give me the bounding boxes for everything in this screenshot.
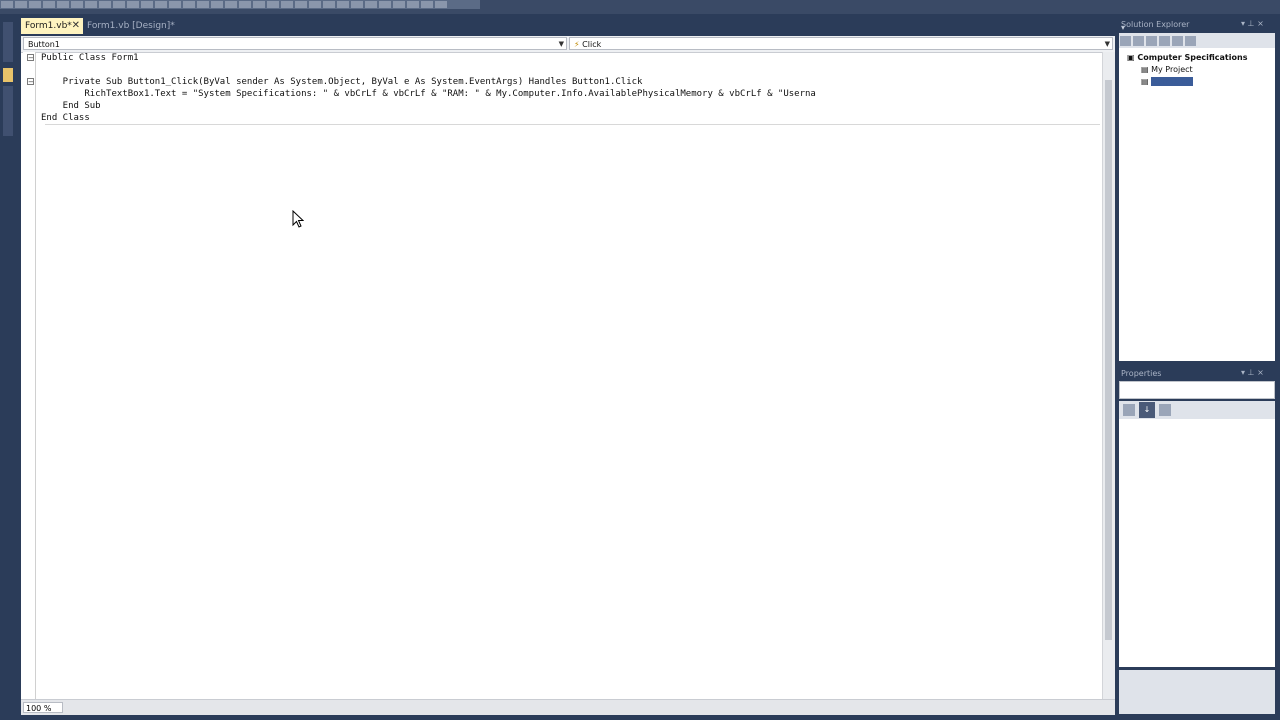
toolbox-tab[interactable] — [3, 22, 13, 62]
tab-label: Form1.vb* — [25, 21, 72, 31]
chevron-down-icon[interactable]: ▼ — [1105, 38, 1110, 51]
scrollbar-thumb[interactable] — [1105, 80, 1112, 640]
toolbox-pin-icon[interactable] — [3, 68, 13, 82]
navigation-bar: Button1 ▼ ⚡ Click ▼ — [21, 36, 1115, 53]
properties-icon[interactable] — [1120, 36, 1131, 46]
pin-icon[interactable]: ▾ ⊥ × — [1241, 19, 1264, 28]
tree-item-form1[interactable]: ▤ Form1.vb — [1141, 77, 1193, 86]
object-combo[interactable]: Button1 ▼ — [23, 37, 567, 50]
toolbox-strip[interactable] — [0, 14, 17, 720]
properties-toolbar: ↓ — [1119, 401, 1275, 419]
code-line: RichTextBox1.Text = "System Specificatio… — [41, 89, 816, 99]
properties-title: Properties — [1121, 369, 1162, 378]
refresh-icon[interactable] — [1146, 36, 1157, 46]
collapse-icon[interactable]: − — [27, 78, 34, 86]
title-strip — [0, 0, 1280, 14]
event-combo[interactable]: ⚡ Click ▼ — [569, 37, 1113, 50]
tree-item-label: Form1.vb — [1151, 77, 1193, 86]
chevron-down-icon[interactable]: ▼ — [559, 38, 564, 51]
code-line: End Sub — [41, 101, 101, 111]
code-line: Private Sub Button1_Click(ByVal sender A… — [41, 77, 643, 87]
code-line: End Class — [41, 113, 90, 123]
tab-form1-design[interactable]: Form1.vb [Design]* — [83, 18, 183, 34]
events-icon[interactable] — [1159, 404, 1171, 416]
tree-project[interactable]: ▣ Computer Specifications — [1127, 53, 1247, 62]
solution-explorer-title: Solution Explorer — [1121, 20, 1190, 29]
project-icon: ▣ — [1127, 53, 1135, 62]
event-combo-value: Click — [582, 40, 602, 49]
zoom-combo[interactable]: 100 % — [23, 702, 63, 713]
view-code-icon[interactable] — [1159, 36, 1170, 46]
solution-explorer-panel: ▣ Computer Specifications ▤ My Project ▤… — [1119, 33, 1275, 361]
solution-explorer-toolbar — [1119, 33, 1275, 48]
categorized-icon[interactable] — [1123, 404, 1135, 416]
editor-status-bar: 100 % — [21, 699, 1115, 715]
code-editor[interactable]: Button1 ▼ ⚡ Click ▼ − − Public Class For… — [21, 36, 1115, 715]
class-diagram-icon[interactable] — [1185, 36, 1196, 46]
lightning-icon: ⚡ — [574, 40, 580, 49]
properties-object-combo[interactable] — [1119, 381, 1275, 399]
view-designer-icon[interactable] — [1172, 36, 1183, 46]
menu-toolbar[interactable] — [0, 0, 480, 9]
object-combo-value: Button1 — [28, 40, 60, 49]
form-icon: ▤ — [1141, 77, 1149, 86]
procedure-separator — [45, 124, 1100, 125]
tree-project-label: Computer Specifications — [1137, 53, 1248, 62]
collapse-icon[interactable]: − — [27, 54, 34, 62]
pin-icon[interactable]: ▾ ⊥ × — [1241, 368, 1264, 377]
alphabetical-icon[interactable]: ↓ — [1139, 402, 1155, 418]
properties-grid[interactable] — [1119, 419, 1275, 667]
tab-form1-code[interactable]: Form1.vb* ✕ — [21, 18, 83, 34]
data-sources-tab[interactable] — [3, 86, 13, 136]
tree-item-my-project[interactable]: ▤ My Project — [1141, 65, 1193, 74]
close-icon[interactable]: ✕ — [72, 18, 80, 34]
my-project-icon: ▤ — [1141, 65, 1149, 74]
code-gutter: − − — [23, 52, 36, 699]
mouse-cursor-icon — [292, 210, 304, 228]
show-all-files-icon[interactable] — [1133, 36, 1144, 46]
properties-description — [1119, 670, 1275, 714]
tree-item-label: My Project — [1151, 65, 1193, 74]
document-tabs: Form1.vb* ✕ Form1.vb [Design]* ▾ — [17, 16, 1125, 34]
code-line: Public Class Form1 — [41, 53, 139, 63]
vertical-scrollbar[interactable] — [1102, 52, 1115, 699]
code-text-area[interactable]: Public Class Form1 Private Sub Button1_C… — [41, 52, 1101, 699]
